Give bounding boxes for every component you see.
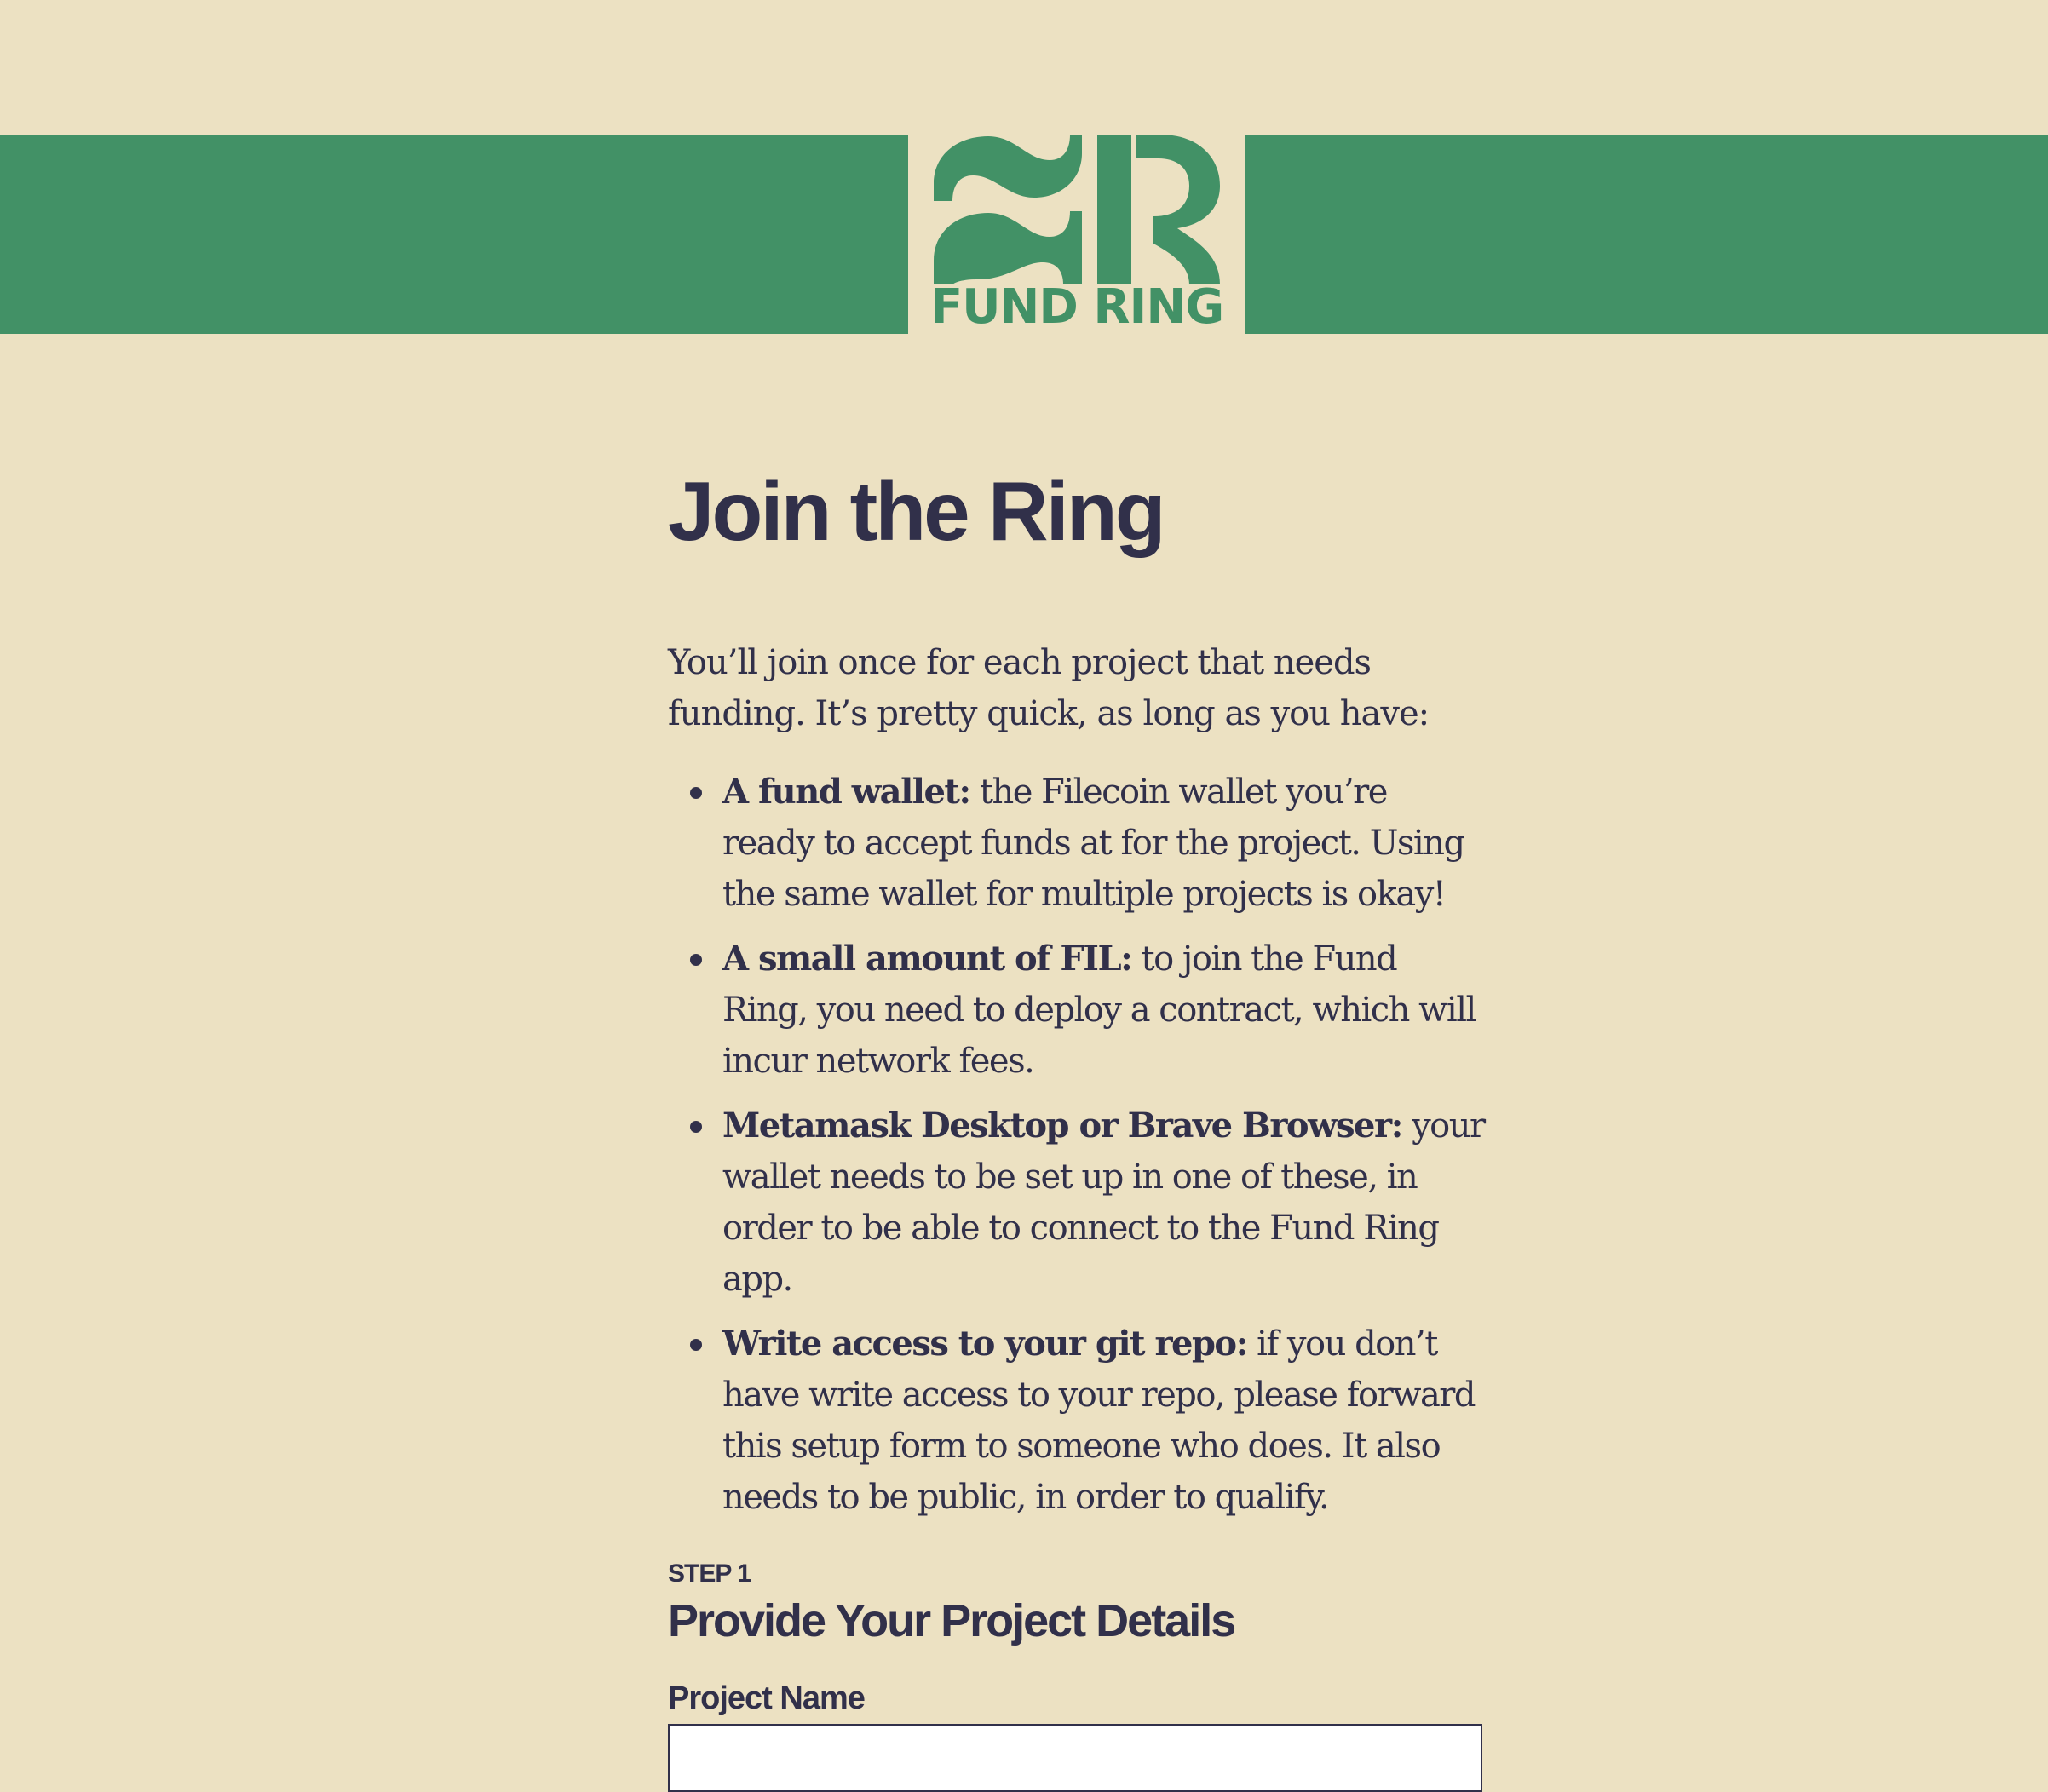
bullet-icon — [690, 1339, 702, 1351]
requirement-item: Metamask Desktop or Brave Browser: your … — [668, 1100, 1486, 1305]
intro-text: You’ll join once for each project that n… — [668, 643, 1430, 733]
project-name-input[interactable] — [668, 1724, 1482, 1792]
requirement-title: A small amount of FIL: — [722, 939, 1133, 979]
step-label: STEP 1 — [668, 1559, 751, 1588]
requirement-item: Write access to your git repo: if you do… — [668, 1318, 1486, 1523]
requirement-title: Metamask Desktop or Brave Browser: — [722, 1106, 1403, 1146]
fund-ring-logo[interactable]: FUND RING — [908, 135, 1245, 334]
bullet-icon — [690, 787, 702, 799]
step-title: Provide Your Project Details — [668, 1595, 1236, 1646]
project-name-label: Project Name — [668, 1680, 866, 1716]
requirement-title: Write access to your git repo: — [722, 1324, 1248, 1364]
brand-name: FUND RING — [929, 279, 1224, 335]
bullet-icon — [690, 1121, 702, 1133]
page-title: Join the Ring — [668, 464, 1166, 558]
bullet-icon — [690, 954, 702, 966]
fund-ring-mark-icon — [934, 135, 1220, 284]
requirements-list: A fund wallet: the Filecoin wallet you’r… — [668, 767, 1486, 1536]
requirement-title: A fund wallet: — [722, 772, 971, 812]
requirement-item: A fund wallet: the Filecoin wallet you’r… — [668, 767, 1486, 920]
requirement-item: A small amount of FIL: to join the Fund … — [668, 933, 1486, 1087]
